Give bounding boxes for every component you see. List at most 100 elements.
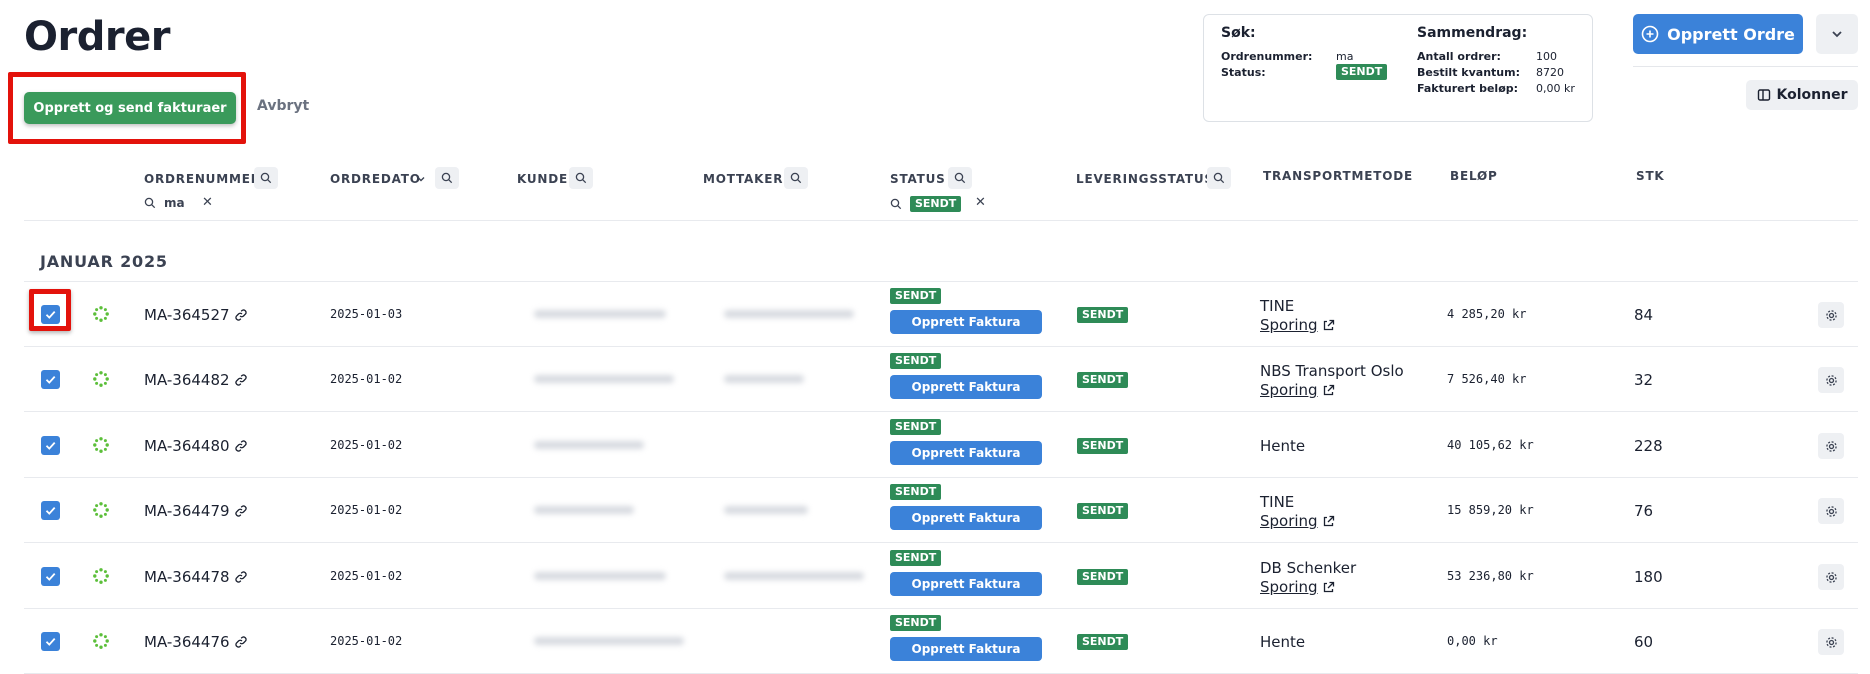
create-invoice-button[interactable]: Opprett Faktura — [890, 310, 1042, 334]
order-number: MA-364479 — [144, 502, 230, 520]
row-settings-button[interactable] — [1818, 629, 1844, 655]
gear-icon — [1825, 309, 1837, 321]
order-number-link[interactable]: MA-364527 — [144, 306, 248, 324]
group-heading: JANUAR 2025 — [40, 252, 168, 271]
row-settings-button[interactable] — [1818, 367, 1844, 393]
check-icon — [45, 506, 56, 515]
tracking-label: Sporing — [1260, 381, 1318, 399]
tracking-link[interactable]: Sporing — [1260, 578, 1335, 596]
sync-status-icon — [93, 502, 109, 518]
amount: 53 236,80 kr — [1447, 569, 1534, 583]
status-search-button[interactable] — [948, 167, 972, 189]
column-header-qty[interactable]: STK — [1636, 169, 1665, 183]
column-header-customer[interactable]: KUNDE — [517, 172, 568, 186]
create-order-dropdown-button[interactable] — [1816, 14, 1858, 54]
row-checkbox[interactable] — [41, 370, 60, 389]
create-invoice-button[interactable]: Opprett Faktura — [890, 637, 1042, 661]
sync-status-icon — [93, 568, 109, 584]
check-icon — [45, 637, 56, 646]
order-date: 2025-01-02 — [330, 569, 403, 583]
row-checkbox[interactable] — [41, 632, 60, 651]
order-number: MA-364478 — [144, 568, 230, 586]
create-order-label: Opprett Ordre — [1667, 24, 1795, 44]
check-icon — [45, 572, 56, 581]
page-title: Ordrer — [24, 14, 170, 60]
columns-button[interactable]: Kolonner — [1746, 80, 1858, 110]
order-number-link[interactable]: MA-364480 — [144, 437, 248, 455]
create-invoice-button[interactable]: Opprett Faktura — [890, 506, 1042, 530]
create-invoice-button[interactable]: Opprett Faktura — [890, 572, 1042, 596]
create-and-send-invoices-button[interactable]: Opprett og send fakturaer — [24, 92, 236, 124]
checkbox-highlight — [29, 289, 71, 331]
tracking-link[interactable]: Sporing — [1260, 381, 1335, 399]
row-divider — [24, 411, 1858, 412]
row-settings-button[interactable] — [1818, 433, 1844, 459]
row-settings-button[interactable] — [1818, 498, 1844, 524]
create-invoice-button[interactable]: Opprett Faktura — [890, 375, 1042, 399]
delivery-status-badge: SENDT — [1077, 503, 1129, 519]
status-badge: SENDT — [890, 550, 942, 566]
quantity: 60 — [1634, 633, 1654, 651]
order-number-filter-value: ma — [1336, 50, 1354, 63]
sort-chevron-icon[interactable] — [416, 174, 426, 184]
transport-method: Hente — [1260, 633, 1306, 651]
column-header-order-number[interactable]: ORDRENUMMER — [144, 172, 261, 186]
link-icon — [234, 571, 247, 583]
table-row: MA-364479 2025-01-02 SENDT Opprett Faktu… — [24, 478, 1858, 543]
column-header-transport-method[interactable]: TRANSPORTMETODE — [1263, 169, 1413, 183]
column-header-status[interactable]: STATUS — [890, 172, 946, 186]
link-icon — [234, 505, 247, 517]
summary-heading: Sammendrag: — [1417, 25, 1528, 41]
delivery-status-badge: SENDT — [1077, 634, 1129, 650]
row-settings-button[interactable] — [1818, 302, 1844, 328]
row-settings-button[interactable] — [1818, 564, 1844, 590]
cancel-button[interactable]: Avbryt — [257, 98, 309, 114]
table-row: MA-364527 2025-01-03 SENDT Opprett Faktu… — [24, 282, 1858, 347]
order-date: 2025-01-02 — [330, 372, 403, 386]
delivery-status-search-button[interactable] — [1207, 167, 1231, 189]
column-header-amount[interactable]: BELØP — [1450, 169, 1498, 183]
external-link-icon — [1323, 384, 1334, 395]
plus-circle-icon — [1641, 25, 1659, 43]
order-number-search-button[interactable] — [254, 167, 278, 189]
redacted-recipient — [724, 506, 808, 514]
link-icon — [234, 309, 247, 321]
redacted-customer — [534, 441, 644, 449]
column-header-recipient[interactable]: MOTTAKER — [703, 172, 783, 186]
quantity: 32 — [1634, 371, 1654, 389]
delivery-status-badge: SENDT — [1077, 438, 1129, 454]
tracking-link[interactable]: Sporing — [1260, 316, 1335, 334]
create-invoice-button[interactable]: Opprett Faktura — [890, 441, 1042, 465]
order-number-link[interactable]: MA-364478 — [144, 568, 248, 586]
redacted-customer — [534, 572, 666, 580]
create-order-button[interactable]: Opprett Ordre — [1633, 14, 1803, 54]
search-summary-panel: Søk: Ordrenummer: ma Status: SENDT Samme… — [1203, 14, 1593, 122]
delivery-status-badge: SENDT — [1077, 307, 1129, 323]
customer-search-button[interactable] — [569, 167, 593, 189]
columns-icon — [1757, 89, 1770, 101]
order-number-link[interactable]: MA-364476 — [144, 633, 248, 651]
order-date: 2025-01-02 — [330, 503, 403, 517]
table-row: MA-364476 2025-01-02 SENDT Opprett Faktu… — [24, 609, 1858, 674]
amount: 15 859,20 kr — [1447, 503, 1534, 517]
clear-order-number-filter-icon[interactable]: ✕ — [202, 195, 213, 210]
order-number-filter-text: ma — [164, 196, 185, 210]
tracking-link[interactable]: Sporing — [1260, 512, 1335, 530]
row-checkbox[interactable] — [41, 567, 60, 586]
order-number-link[interactable]: MA-364479 — [144, 502, 248, 520]
link-icon — [234, 440, 247, 452]
row-checkbox[interactable] — [41, 501, 60, 520]
search-icon — [260, 172, 272, 184]
column-header-order-date[interactable]: ORDREDATO — [330, 172, 421, 186]
order-number-link[interactable]: MA-364482 — [144, 371, 248, 389]
order-date: 2025-01-02 — [330, 438, 403, 452]
column-header-delivery-status[interactable]: LEVERINGSSTATUS — [1076, 172, 1214, 186]
ordered-quantity-label: Bestilt kvantum: — [1417, 66, 1520, 79]
search-icon — [954, 172, 966, 184]
search-heading: Søk: — [1221, 25, 1256, 41]
clear-status-filter-icon[interactable]: ✕ — [975, 195, 986, 210]
order-date-search-button[interactable] — [435, 167, 459, 189]
row-checkbox[interactable] — [41, 436, 60, 455]
recipient-search-button[interactable] — [784, 167, 808, 189]
link-icon — [234, 636, 247, 648]
